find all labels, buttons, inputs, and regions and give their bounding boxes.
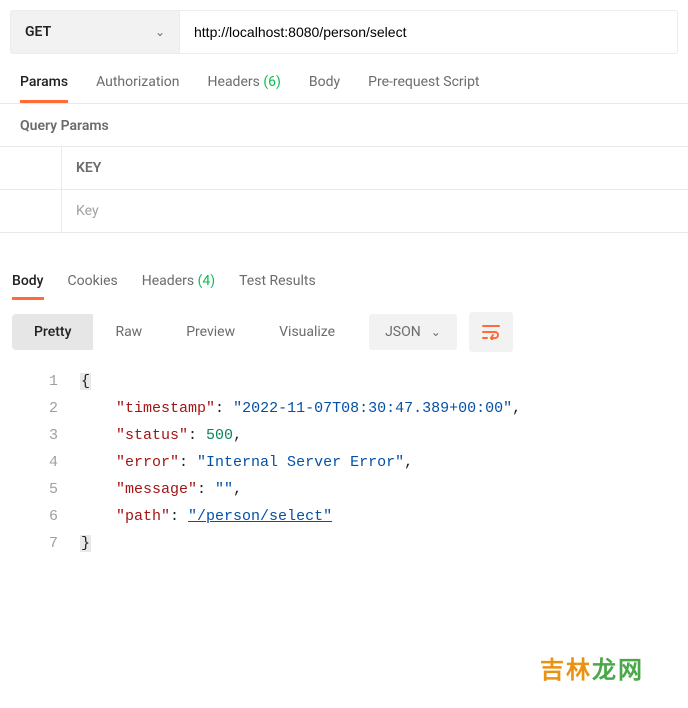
tab-headers[interactable]: Headers (6) xyxy=(208,74,281,103)
tab-headers-label: Headers xyxy=(208,74,260,90)
chevron-down-icon: ⌄ xyxy=(431,325,441,339)
query-key-header: KEY xyxy=(62,147,688,189)
response-tab-headers-count: (4) xyxy=(198,273,216,289)
line-number: 5 xyxy=(0,476,80,503)
chevron-down-icon: ⌄ xyxy=(155,25,165,39)
line-number: 7 xyxy=(0,530,80,557)
response-tab-headers[interactable]: Headers (4) xyxy=(142,273,215,300)
view-preview-button[interactable]: Preview xyxy=(164,314,257,350)
view-mode-group: Pretty Raw Preview Visualize xyxy=(12,314,357,350)
line-number: 6 xyxy=(0,503,80,530)
response-tab-body[interactable]: Body xyxy=(12,273,44,300)
tab-body[interactable]: Body xyxy=(309,74,340,103)
line-number: 2 xyxy=(0,395,80,422)
query-checkbox-header xyxy=(0,147,62,189)
request-url-input[interactable] xyxy=(180,10,678,54)
response-tab-test-results[interactable]: Test Results xyxy=(239,273,316,300)
view-visualize-button[interactable]: Visualize xyxy=(257,314,357,350)
response-tab-cookies[interactable]: Cookies xyxy=(68,273,118,300)
line-number: 3 xyxy=(0,422,80,449)
wrap-lines-button[interactable] xyxy=(469,312,513,352)
query-checkbox-cell[interactable] xyxy=(0,190,62,232)
format-select[interactable]: JSON ⌄ xyxy=(369,314,457,350)
tab-params[interactable]: Params xyxy=(20,74,68,103)
query-params-label: Query Params xyxy=(0,104,688,146)
http-method-select[interactable]: GET ⌄ xyxy=(10,10,180,54)
response-tab-headers-label: Headers xyxy=(142,273,194,289)
line-number: 1 xyxy=(0,368,80,395)
view-pretty-button[interactable]: Pretty xyxy=(12,314,93,350)
wrap-icon xyxy=(481,324,501,340)
tab-prerequest[interactable]: Pre-request Script xyxy=(368,74,479,103)
http-method-label: GET xyxy=(25,24,51,40)
query-params-table: KEY Key xyxy=(0,146,688,233)
watermark: 吉林龙网 xyxy=(540,650,644,685)
tab-authorization[interactable]: Authorization xyxy=(96,74,179,103)
query-key-input[interactable]: Key xyxy=(62,190,688,232)
response-body-code[interactable]: 1{ 2 "timestamp": "2022-11-07T08:30:47.3… xyxy=(0,364,688,577)
tab-headers-count: (6) xyxy=(263,74,281,90)
line-number: 4 xyxy=(0,449,80,476)
view-raw-button[interactable]: Raw xyxy=(93,314,164,350)
format-label: JSON xyxy=(385,324,421,340)
